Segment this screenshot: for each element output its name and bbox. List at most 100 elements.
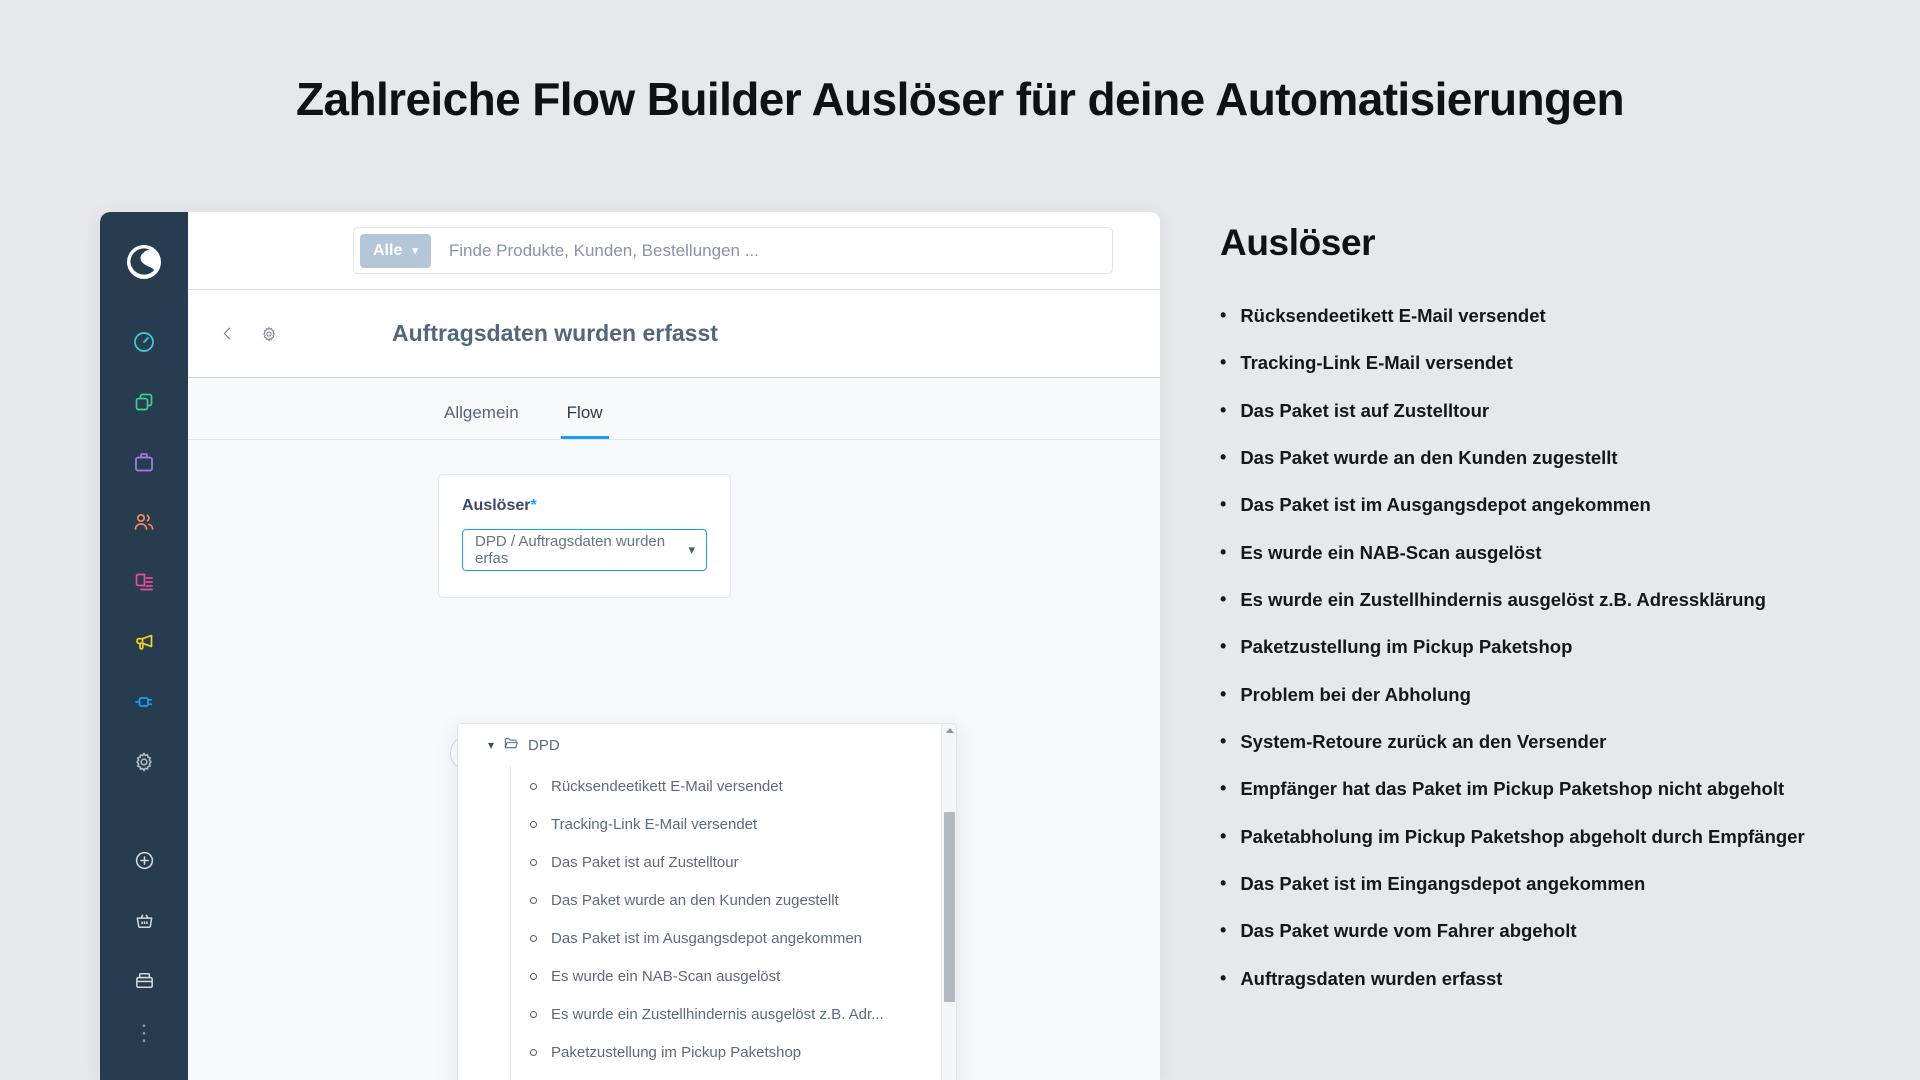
dropdown-item-label: Das Paket ist im Ausgangsdepot angekomme… [551,929,863,947]
list-item: • Auftragsdaten wurden erfasst [1220,967,1880,989]
bullet-icon: • [1220,541,1227,562]
sidebar-item-orders[interactable] [121,439,167,485]
list-item: • Das Paket wurde an den Kunden zugestell… [1220,447,1880,468]
dropdown-item-label: Es wurde ein NAB-Scan ausgelöst [551,967,781,985]
list-item-label: Paketabholung im Pickup Paketshop abgeho… [1240,825,1805,847]
sidebar-item-content[interactable] [121,559,167,605]
dropdown-item[interactable]: Das Paket ist im Ausgangsdepot angekomme… [510,919,956,957]
dropdown-item-label: Rücksendeetikett E-Mail versendet [551,777,783,795]
dropdown-item-label: Tracking-Link E-Mail versendet [551,815,758,833]
sidebar-item-settings[interactable] [121,739,167,785]
bullet-icon: • [1220,873,1227,894]
list-item-label: Das Paket ist auf Zustelltour [1240,399,1490,421]
sidebar-item-cash-register[interactable] [121,957,167,1003]
sidebar-item-marketing[interactable] [121,619,167,665]
scrollbar-thumb[interactable] [944,812,955,1002]
chevron-down-icon: ▾ [412,245,418,257]
dropdown-item[interactable]: Das Paket ist auf Zustelltour [510,843,956,881]
dropdown-group-dpd[interactable]: ▾ DPD [458,724,956,765]
sidebar-more-icon[interactable]: ⋮ [133,1022,155,1044]
search-scope-button[interactable]: Alle ▾ [360,233,431,268]
slide-canvas: Zahlreiche Flow Builder Auslöser für dei… [0,0,1920,1080]
tab-flow[interactable]: Flow [560,403,609,439]
dropdown-scrollbar[interactable] [941,724,956,1080]
dropdown-item[interactable]: Rücksendeetikett E-Mail versendet [510,767,956,805]
list-item: • Das Paket ist im Ausgangsdepot angekomm… [1220,494,1880,516]
bullet-icon: • [1220,305,1227,325]
list-item-label: Es wurde ein NAB-Scan ausgelöst [1240,541,1542,563]
list-item: • Rücksendeetikett E-Mail versendet [1220,305,1880,326]
bullet-ring-icon [530,1048,537,1056]
page-body: Allgemein Flow Auslöser* DPD / Auftragsd… [188,378,1160,1080]
dropdown-item-list: Rücksendeetikett E-Mail versendet Tracki… [510,765,956,1080]
sidebar-item-extensions[interactable] [121,679,167,725]
list-item-label: Problem bei der Abholung [1240,683,1471,705]
dropdown-item-label: Das Paket ist auf Zustelltour [551,853,739,871]
list-item: • Problem bei der Abholung [1220,683,1880,705]
bullet-ring-icon [530,1010,537,1018]
bullet-ring-icon [530,782,537,790]
search-scope-label: Alle [373,241,403,259]
page-header: Auftragsdaten wurden erfasst [188,290,1160,378]
back-button[interactable] [210,317,244,351]
sidebar-item-dashboard[interactable] [121,319,167,365]
bullet-ring-icon [530,972,537,980]
trigger-bullet-list: • Rücksendeetikett E-Mail versendet • Trac… [1220,305,1880,989]
chevron-down-icon: ▾ [488,738,495,752]
trigger-select[interactable]: DPD / Auftragsdaten wurden erfas ▾ [462,529,707,571]
list-item: • Das Paket ist im Eingangsdepot angekomm… [1220,873,1880,895]
search-input[interactable] [448,240,1106,261]
bullet-icon: • [1220,731,1227,752]
header-gear-icon[interactable] [252,317,286,351]
list-item-label: Das Paket wurde vom Fahrer abgeholt [1240,920,1577,942]
sidebar-item-catalogues[interactable] [121,379,167,425]
trigger-label-text: Auslöser [462,497,531,514]
chevron-down-icon: ▾ [688,542,695,557]
list-item-label: Tracking-Link E-Mail versendet [1240,352,1513,374]
list-item: • Das Paket ist auf Zustelltour [1220,399,1880,421]
dropdown-item[interactable]: Das Paket wurde an den Kunden zugestellt [510,881,956,919]
trigger-card: Auslöser* DPD / Auftragsdaten wurden erf… [438,474,731,598]
admin-topbar: Alle ▾ [188,212,1160,290]
list-item: • Es wurde ein Zustellhindernis ausgelöst… [1220,589,1880,610]
list-item-label: Auftragsdaten wurden erfasst [1240,967,1503,989]
list-item-label: Das Paket ist im Eingangsdepot angekomme… [1240,873,1646,895]
bullet-icon: • [1220,447,1227,468]
bullet-icon: • [1220,494,1227,515]
required-marker: * [530,497,537,514]
sidebar-item-customers[interactable] [121,499,167,545]
admin-content: Alle ▾ Finde Produkte, Kunden, Bestellun… [188,212,1160,1080]
trigger-dropdown[interactable]: ▾ DPD Rücksendeetikett E-Mail versendet … [457,723,957,1080]
list-item: • Paketzustellung im Pickup Paketshop [1220,636,1880,658]
bullet-icon: • [1220,825,1227,846]
bullet-ring-icon [530,820,537,828]
folder-open-icon [503,735,519,755]
global-search[interactable]: Alle ▾ [353,227,1113,274]
tab-allgemein[interactable]: Allgemein [438,403,525,439]
dropdown-item-label: Paketzustellung im Pickup Paketshop [551,1043,802,1061]
list-item-label: Rücksendeetikett E-Mail versendet [1240,305,1546,326]
bullet-ring-icon [530,896,537,904]
sidebar-item-basket[interactable] [121,897,167,943]
dropdown-item[interactable]: Es wurde ein Zustellhindernis ausgelöst … [510,995,956,1033]
bullet-icon: • [1220,920,1227,941]
list-item: • Paketabholung im Pickup Paketshop abgeh… [1220,825,1880,847]
bullet-icon: • [1220,589,1227,610]
dropdown-item[interactable]: Es wurde ein NAB-Scan ausgelöst [510,957,956,995]
sidebar-item-add[interactable] [121,837,167,883]
bullet-icon: • [1220,778,1227,799]
list-item: • Es wurde ein NAB-Scan ausgelöst [1220,541,1880,563]
shopware-admin-screenshot: ⋮ Alle ▾ Finde Produkte, Kunden, Bestell… [100,212,1160,1080]
scroll-up-arrow-icon[interactable] [946,728,954,733]
dropdown-item-label: Es wurde ein Zustellhindernis ausgelöst … [551,1005,884,1023]
list-item: • System-Retoure zurück an den Versender [1220,731,1880,752]
admin-sidebar: ⋮ [100,212,188,1080]
list-item: • Tracking-Link E-Mail versendet [1220,352,1880,374]
dropdown-item[interactable]: Tracking-Link E-Mail versendet [510,805,956,843]
trigger-list-panel: Auslöser • Rücksendeetikett E-Mail versen… [1220,222,1880,1016]
page-title: Zahlreiche Flow Builder Auslöser für dei… [295,73,1625,125]
tab-bar: Allgemein Flow [188,378,1160,440]
dropdown-item[interactable]: Paketzustellung im Pickup Paketshop [510,1033,956,1071]
bullet-icon: • [1220,636,1227,657]
page-header-title: Auftragsdaten wurden erfasst [392,320,718,346]
